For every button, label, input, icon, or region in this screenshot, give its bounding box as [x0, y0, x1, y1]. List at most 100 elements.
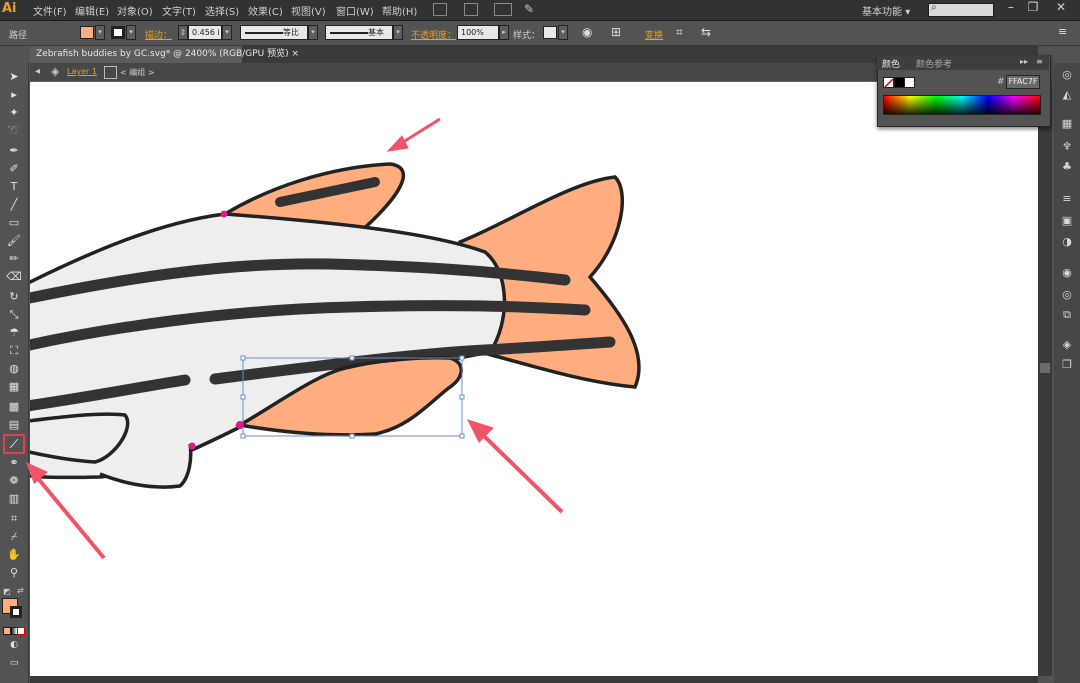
selection-options-icon[interactable]: ⇆ [701, 25, 711, 39]
layers-panel-icon[interactable]: ◈ [1060, 338, 1074, 352]
vertical-scrollbar[interactable] [1038, 82, 1052, 676]
tab-color[interactable]: 颜色 [882, 57, 900, 70]
close-tab-icon[interactable]: × [291, 49, 299, 59]
gradient-tool-icon[interactable]: ▤ [6, 418, 22, 432]
gradient-icon[interactable]: ▣ [1060, 214, 1074, 228]
fill-dropdown-arrow[interactable]: ▾ [95, 25, 105, 40]
document-tab[interactable]: Zebrafish buddies by GC.svg* @ 2400% (RG… [30, 46, 299, 63]
arrange-documents-icon[interactable] [494, 3, 512, 16]
stock-icon[interactable] [464, 3, 478, 16]
draw-mode-icon[interactable]: ◐ [6, 638, 22, 652]
panel-menu-icon[interactable]: ≡ [1058, 25, 1067, 38]
opacity-field[interactable]: 100% [457, 25, 499, 40]
magic-wand-tool-icon[interactable]: ✦ [6, 106, 22, 120]
tab-color-guide[interactable]: 颜色参考 [916, 57, 952, 70]
recolor-artwork-icon[interactable]: ◉ [582, 25, 592, 39]
stroke-dropdown-arrow[interactable]: ▾ [126, 25, 136, 40]
menu-help[interactable]: 帮助(H) [382, 3, 417, 18]
isolate-icon[interactable]: ⌗ [676, 25, 683, 40]
pencil-tool-icon[interactable]: ✏ [6, 252, 22, 266]
appearance-icon[interactable]: ◉ [1060, 266, 1074, 280]
gpu-performance-icon[interactable]: ✎ [524, 2, 534, 16]
transparency-icon[interactable]: ◑ [1060, 235, 1074, 249]
style-dropdown[interactable]: ▾ [558, 25, 568, 40]
paintbrush-tool-icon[interactable]: 🖌 [6, 234, 22, 248]
minimize-button[interactable]: – [1000, 0, 1022, 16]
menu-type[interactable]: 文字(T) [162, 3, 196, 18]
stroke-panel-link[interactable]: 描边： [145, 28, 172, 41]
mesh-tool-icon[interactable]: ▩ [6, 400, 22, 414]
menu-select[interactable]: 选择(S) [205, 3, 239, 18]
brush-definition[interactable]: 基本 [325, 25, 393, 40]
restore-button[interactable]: ❐ [1022, 0, 1044, 16]
color-spectrum[interactable] [883, 95, 1041, 115]
graphic-styles-icon[interactable]: ◎ [1060, 288, 1074, 302]
artboard-canvas[interactable] [30, 82, 1038, 676]
annotation-arrow-eyedropper [26, 462, 106, 560]
profile-dropdown[interactable]: ▾ [308, 25, 318, 40]
search-input[interactable]: ⌕ [928, 2, 994, 17]
none-mode-icon[interactable] [17, 627, 25, 635]
color-guide-icon[interactable]: ◭ [1060, 88, 1074, 102]
stroke-color-swatch[interactable] [111, 26, 125, 39]
bridge-icon[interactable] [433, 3, 447, 16]
close-button[interactable]: ✕ [1050, 0, 1072, 16]
breadcrumb-layer[interactable]: Layer 1 [67, 67, 97, 76]
curvature-tool-icon[interactable]: ✐ [6, 162, 22, 176]
direct-selection-tool-icon[interactable]: ▸ [6, 88, 22, 102]
line-tool-icon[interactable]: ╱ [6, 198, 22, 212]
brush-dropdown[interactable]: ▾ [393, 25, 403, 40]
back-arrow-icon[interactable]: ◂ [35, 66, 40, 77]
lasso-tool-icon[interactable]: ➰ [6, 124, 22, 138]
swap-colors-icon[interactable]: ⇄ [17, 586, 24, 595]
color-panel-menu-icon[interactable]: ≡ [1036, 57, 1043, 66]
stroke-icon[interactable]: ≡ [1060, 192, 1074, 206]
scale-tool-icon[interactable]: ⤡ [6, 308, 22, 322]
vertical-scroll-thumb[interactable] [1040, 363, 1050, 373]
asset-export-icon[interactable]: ⧉ [1060, 308, 1074, 322]
rectangle-tool-icon[interactable]: ▭ [6, 216, 22, 230]
opacity-panel-link[interactable]: 不透明度： [411, 28, 456, 41]
brushes-icon[interactable]: ♆ [1060, 140, 1074, 154]
handle-mr [459, 394, 465, 400]
rotate-tool-icon[interactable]: ↻ [6, 290, 22, 304]
breadcrumb-group[interactable]: < 编组 > [120, 67, 155, 78]
color-panel-icon[interactable]: ◎ [1060, 68, 1074, 82]
eraser-tool-icon[interactable]: ⌫ [6, 270, 22, 284]
stroke-weight-dropdown[interactable]: ▾ [222, 25, 232, 40]
menu-window[interactable]: 窗口(W) [336, 3, 374, 18]
menu-view[interactable]: 视图(V) [291, 3, 326, 18]
type-tool-icon[interactable]: T [6, 180, 22, 194]
symbols-icon[interactable]: ♣ [1060, 160, 1074, 174]
none-swatch-icon[interactable] [883, 77, 894, 89]
warp-tool-icon[interactable]: ☂ [6, 326, 22, 340]
white-swatch[interactable] [904, 77, 915, 88]
shape-builder-tool-icon[interactable]: ◍ [6, 362, 22, 376]
transform-panel-link[interactable]: 变换 [645, 28, 663, 41]
selection-tool-icon[interactable]: ➤ [6, 70, 22, 84]
stroke-color-box[interactable] [10, 606, 22, 618]
menu-object[interactable]: 对象(O) [117, 3, 153, 18]
swatches-icon[interactable]: ▦ [1060, 117, 1074, 131]
hex-color-field[interactable]: FFAC7F [1006, 75, 1040, 89]
menu-effect[interactable]: 效果(C) [248, 3, 283, 18]
menu-edit[interactable]: 编辑(E) [75, 3, 109, 18]
collapse-panel-icon[interactable]: ▸▸ [1020, 57, 1028, 66]
graphic-style-swatch[interactable] [543, 26, 557, 39]
screen-mode-icon[interactable]: ▭ [6, 656, 22, 670]
align-icon[interactable]: ⊞ [611, 25, 621, 39]
handle-bl [240, 433, 246, 439]
workspace-switcher[interactable]: 基本功能 ▾ [862, 3, 910, 18]
stroke-weight-stepper[interactable]: ⇕ [178, 25, 188, 40]
pen-tool-icon[interactable]: ✒ [6, 144, 22, 158]
variable-width-profile[interactable]: 等比 [240, 25, 308, 40]
default-colors-icon[interactable]: ◩ [3, 587, 11, 596]
menu-file[interactable]: 文件(F) [33, 3, 67, 18]
fill-color-swatch[interactable] [80, 26, 94, 39]
artboards-icon[interactable]: ❐ [1060, 358, 1074, 372]
free-transform-tool-icon[interactable]: ⛶ [6, 344, 22, 358]
opacity-dropdown[interactable]: ▸ [499, 25, 509, 40]
horizontal-scrollbar[interactable] [30, 676, 1038, 683]
perspective-grid-tool-icon[interactable]: ▦ [6, 380, 22, 394]
stroke-weight-field[interactable]: 0.456 i [188, 25, 222, 40]
